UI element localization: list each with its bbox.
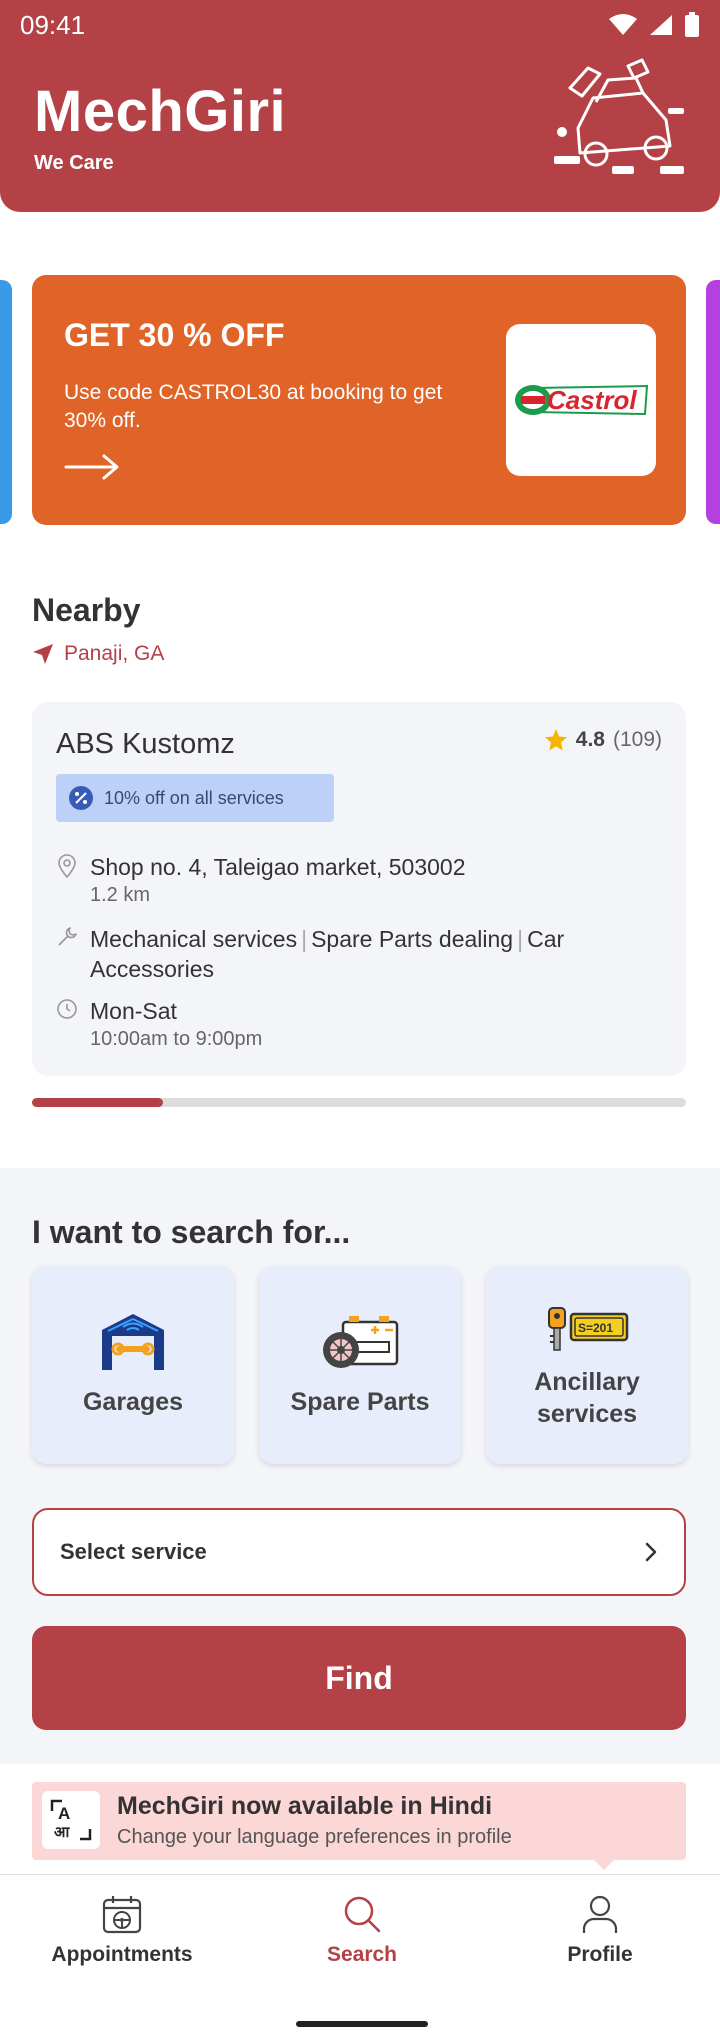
search-heading: I want to search for... <box>32 1214 351 1250</box>
spare-parts-icon <box>323 1316 399 1368</box>
shop-days: Mon-Sat <box>90 998 177 1024</box>
garage-icon <box>102 1314 164 1370</box>
star-icon <box>544 729 567 751</box>
find-button[interactable]: Find <box>32 1626 686 1730</box>
profile-icon <box>582 1895 618 1933</box>
svg-text:आ: आ <box>54 1823 70 1841</box>
nav-search-label: Search <box>326 1943 398 1966</box>
search-section: I want to search for... Garages Spare Pa… <box>0 1168 720 1764</box>
offer-badge: 10% off on all services <box>56 774 334 822</box>
carousel-progress-fill <box>32 1098 163 1107</box>
carousel-progress <box>32 1098 686 1107</box>
app-brand: MechGiri <box>34 79 287 144</box>
calendar-car-icon <box>102 1896 142 1934</box>
offer-text: 10% off on all services <box>104 787 284 808</box>
arrow-right-icon[interactable] <box>64 453 120 481</box>
select-service-dropdown[interactable]: Select service <box>32 1508 686 1596</box>
shop-services: Mechanical services | Spare Parts dealing |… <box>90 926 565 982</box>
shop-rating: 4.8 (109) <box>544 728 662 752</box>
nav-profile-label: Profile <box>567 1943 633 1966</box>
signal-icon <box>650 15 672 35</box>
chevron-right-icon <box>645 1542 657 1562</box>
promo-card[interactable]: GET 30 % OFF Use code CASTROL30 at booki… <box>32 275 686 525</box>
status-bar: 09:41 <box>20 10 700 42</box>
app-header: 09:41 MechGiri We Care <box>0 0 720 212</box>
home-indicator[interactable] <box>296 2021 428 2027</box>
language-banner[interactable]: A आ MechGiri now available in Hindi Chan… <box>32 1782 686 1870</box>
ancillary-services-icon: S=201 <box>548 1307 629 1351</box>
car-repair-illustration <box>554 58 684 174</box>
app-tagline: We Care <box>34 152 114 174</box>
castrol-logo-text: Castrol <box>547 385 637 415</box>
ancillary-services-label: Ancillary services <box>534 1368 640 1428</box>
address-row: Shop no. 4, Taleigao market, 503002 1.2 … <box>56 852 466 908</box>
rating-count: (109) <box>612 728 662 751</box>
language-banner-title: MechGiri now available in Hindi <box>117 1792 493 1820</box>
ancillary-services-tile[interactable]: S=201 Ancillary services <box>486 1266 688 1464</box>
promo-title: GET 30 % OFF <box>64 317 285 353</box>
nav-profile[interactable]: Profile <box>500 1893 700 1967</box>
location-arrow-icon <box>33 644 53 664</box>
service-tag: Spare Parts dealing <box>311 926 514 952</box>
svg-text:A: A <box>58 1804 70 1823</box>
location-label: Panaji, GA <box>64 642 165 665</box>
discount-icon <box>69 786 93 810</box>
location-selector[interactable]: Panaji, GA <box>32 642 164 666</box>
shop-address: Shop no. 4, Taleigao market, 503002 <box>90 854 466 880</box>
search-icon <box>344 1896 381 1933</box>
shop-name: ABS Kustomz <box>56 728 235 760</box>
promo-description: Use code CASTROL30 at booking to get 30%… <box>64 381 443 432</box>
language-banner-subtitle: Change your language preferences in prof… <box>117 1826 512 1848</box>
clock-icon <box>57 999 77 1019</box>
nav-search[interactable]: Search <box>262 1893 462 1967</box>
service-tag: Mechanical services <box>90 926 298 952</box>
hours-row: Mon-Sat 10:00am to 9:00pm <box>56 996 262 1052</box>
promo-card-next[interactable] <box>706 280 720 524</box>
castrol-logo: Castrol <box>506 324 656 476</box>
garages-tile[interactable]: Garages <box>32 1266 234 1464</box>
bottom-navigation: Appointments Search Profile <box>0 1874 720 2043</box>
nav-appointments-label: Appointments <box>51 1943 193 1966</box>
banner-pointer <box>594 1860 614 1870</box>
garages-label: Garages <box>82 1388 184 1416</box>
shop-hours: 10:00am to 9:00pm <box>90 1028 263 1050</box>
wrench-icon <box>58 927 77 946</box>
spare-parts-tile[interactable]: Spare Parts <box>259 1266 461 1464</box>
services-row: Mechanical services | Spare Parts dealing |… <box>56 924 666 984</box>
battery-icon <box>685 12 699 37</box>
shop-distance: 1.2 km <box>90 884 151 906</box>
select-service-placeholder: Select service <box>60 1539 207 1564</box>
status-time: 09:41 <box>20 10 86 40</box>
rating-value: 4.8 <box>575 728 605 751</box>
location-pin-icon <box>58 854 76 878</box>
shop-card[interactable]: ABS Kustomz 4.8 (109) 10% off on all ser… <box>32 702 686 1076</box>
nearby-heading: Nearby <box>32 592 141 628</box>
wifi-icon <box>609 14 637 35</box>
promo-card-previous[interactable] <box>0 280 12 524</box>
nav-appointments[interactable]: Appointments <box>22 1893 222 1967</box>
spare-parts-label: Spare Parts <box>290 1388 430 1416</box>
translate-icon: A आ <box>42 1791 100 1849</box>
svg-text:S=201: S=201 <box>578 1321 613 1335</box>
